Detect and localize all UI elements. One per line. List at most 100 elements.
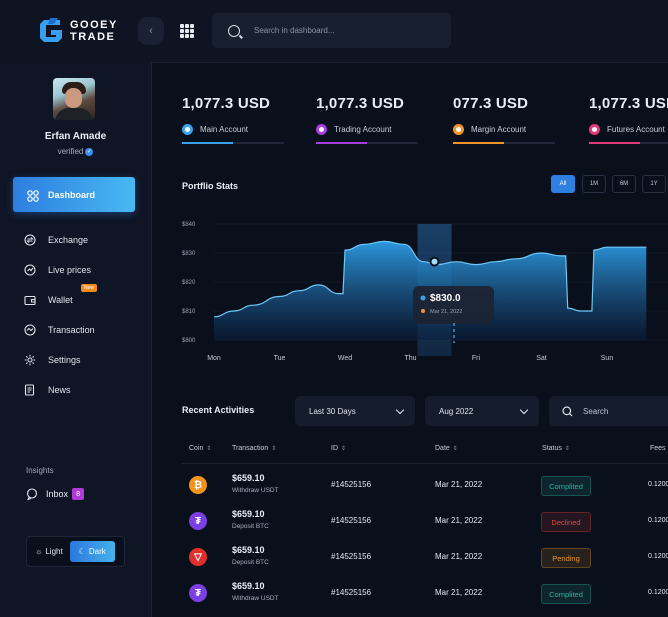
y-tick-label: $840: [182, 222, 196, 228]
transaction-amount: $659.10: [232, 509, 265, 519]
col-coin[interactable]: Coin ⇕: [189, 445, 211, 452]
x-tick-label: Wed: [338, 355, 352, 362]
account-progress: [453, 142, 555, 144]
transaction-type: Withdraw USDT: [232, 487, 279, 494]
tron-icon: ▽: [189, 548, 207, 566]
theme-toggle[interactable]: ☼ Light ☾ Dark: [26, 536, 125, 567]
sidebar-item-label: Live prices: [48, 265, 92, 275]
range-6m-button[interactable]: 6M: [612, 175, 636, 193]
sort-icon: ⇕: [271, 446, 277, 452]
account-dot-icon: [316, 124, 327, 135]
transaction-id: #14525156: [331, 552, 372, 561]
y-tick-label: $810: [182, 309, 196, 315]
chevron-down-icon: [395, 405, 405, 414]
x-tick-label: Fri: [472, 355, 481, 362]
sidebar-item-live-prices[interactable]: Live prices: [24, 264, 91, 276]
sun-icon: ☼: [35, 547, 43, 556]
highlight-point[interactable]: [429, 256, 440, 267]
transaction-id: #14525156: [331, 480, 372, 489]
range-1m-button[interactable]: 1M: [582, 175, 606, 193]
sidebar-item-label: Wallet: [48, 295, 73, 305]
account-label: Futures Account: [607, 125, 665, 134]
stat-card-margin[interactable]: 077.3 USD Margin Account: [453, 95, 555, 144]
y-tick-label: $820: [182, 280, 196, 286]
transaction-icon: [24, 324, 36, 336]
activities-search[interactable]: Search: [549, 396, 668, 426]
transaction-date: Mar 21, 2022: [435, 552, 483, 561]
sort-icon: ⇕: [564, 446, 570, 452]
user-name: Erfan Amade: [44, 131, 107, 142]
table-row[interactable]: ₮ $659.10 Withdraw USDT #14525156 Mar 21, 20…: [0, 0, 668, 604]
transaction-type: Deposit BTC: [232, 559, 269, 566]
sidebar-item-exchange[interactable]: Exchange: [24, 234, 88, 246]
transaction-fee: 0.1200: [648, 481, 668, 488]
transaction-fee: 0.1200: [648, 589, 668, 596]
account-balance: 077.3 USD: [453, 95, 529, 112]
tether-icon: ₮: [189, 512, 207, 530]
sidebar-item-news[interactable]: News: [24, 384, 71, 396]
x-tick-label: Sun: [601, 355, 614, 362]
dashboard-icon: [27, 189, 39, 202]
inbox-label: Inbox: [46, 489, 69, 499]
tooltip-value: $830.0: [430, 293, 461, 304]
transaction-id: #14525156: [331, 516, 372, 525]
news-icon: [24, 384, 36, 396]
sidebar-item-transaction[interactable]: Transaction: [24, 324, 95, 336]
portfolio-title: Portflio Stats: [182, 181, 239, 191]
account-label: Trading Account: [334, 125, 392, 134]
status-badge: Complited: [541, 476, 591, 496]
y-tick-label: $830: [182, 251, 196, 257]
sidebar-item-settings[interactable]: Settings: [24, 354, 81, 366]
portfolio-chart[interactable]: $840 $830 $820 $810 $800 Mon Tue Wed Thu Fri Sat S…: [152, 210, 668, 370]
sidebar-item-inbox[interactable]: Inbox 8: [26, 488, 85, 500]
sidebar-item-label: Transaction: [48, 325, 95, 335]
verified-check-icon: ✓: [85, 147, 94, 156]
dark-mode-option[interactable]: ☾ Dark: [69, 541, 115, 562]
transaction-amount: $659.10: [232, 473, 265, 483]
account-label: Main Account: [200, 125, 249, 134]
chevron-down-icon: [519, 405, 529, 414]
transaction-type: Deposit BTC: [232, 523, 269, 530]
light-mode-option[interactable]: ☼ Light: [35, 547, 63, 556]
sidebar-item-dashboard[interactable]: Dashboard: [13, 177, 135, 212]
col-status[interactable]: Status ⇕: [542, 445, 570, 452]
tooltip-date: Mar 21, 2022: [430, 309, 462, 315]
x-tick-label: Sat: [536, 355, 547, 362]
transaction-fee: 0.1200: [648, 517, 668, 524]
search-placeholder: Search: [583, 406, 609, 416]
range-1y-button[interactable]: 1Y: [642, 175, 666, 193]
y-tick-label: $800: [182, 338, 196, 344]
stat-card-main[interactable]: 1,077.3 USD Main Account: [182, 95, 284, 144]
sidebar-item-wallet[interactable]: Wallet: [24, 294, 73, 306]
status-badge: Complited: [541, 584, 591, 604]
inbox-count-badge: 8: [72, 488, 85, 500]
new-badge: New: [81, 284, 98, 292]
insights-label: Insights: [26, 466, 54, 475]
avatar[interactable]: [53, 78, 95, 120]
sidebar: [0, 62, 152, 617]
transaction-fee: 0.1200: [648, 553, 668, 560]
range-all-button[interactable]: All: [551, 175, 575, 193]
stat-card-trading[interactable]: 1,077.3 USD Trading Account: [316, 95, 418, 144]
sort-icon: ⇕: [452, 446, 458, 452]
month-dropdown[interactable]: Aug 2022: [425, 396, 539, 426]
x-tick-label: Mon: [207, 355, 221, 362]
col-transaction[interactable]: Transaction ⇕: [232, 445, 276, 452]
sidebar-item-label: Dashboard: [48, 189, 96, 200]
account-progress: [316, 142, 418, 144]
col-fees[interactable]: Fees: [650, 445, 666, 452]
col-id[interactable]: ID ⇕: [331, 445, 346, 452]
x-tick-label: Thu: [404, 355, 416, 362]
transaction-date: Mar 21, 2022: [435, 516, 483, 525]
verified-status: verified ✓: [57, 147, 94, 156]
transaction-amount: $659.10: [232, 545, 265, 555]
search-icon: [562, 405, 573, 417]
bitcoin-icon: ₿: [189, 476, 207, 494]
col-date[interactable]: Date ⇕: [435, 445, 458, 452]
chart-check-icon: [24, 264, 36, 276]
period-dropdown[interactable]: Last 30 Days: [295, 396, 415, 426]
stat-card-futures[interactable]: 1,077.3 USD Futures Account: [589, 95, 668, 144]
status-badge: Pending: [541, 548, 591, 568]
account-balance: 1,077.3 USD: [316, 95, 405, 112]
status-badge: Declined: [541, 512, 591, 532]
